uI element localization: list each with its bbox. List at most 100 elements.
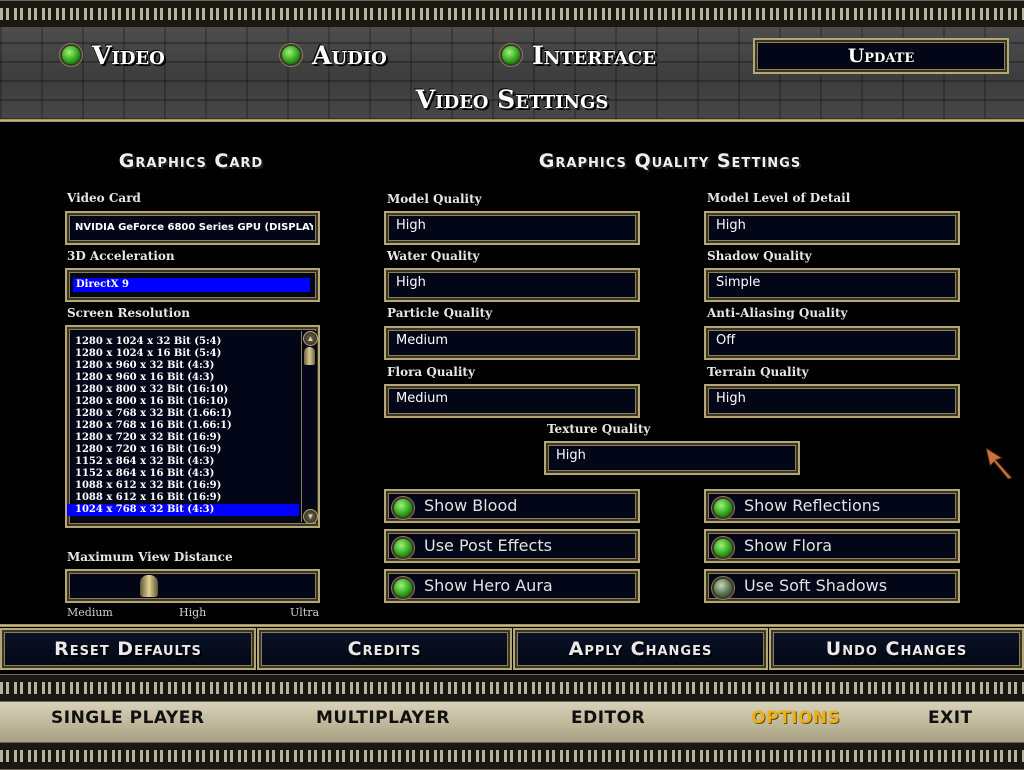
resolution-item[interactable]: 1088 x 612 x 16 Bit (16:9)	[67, 492, 299, 504]
spear-cursor-icon	[985, 446, 1013, 480]
undo-changes-button[interactable]: Undo Changes	[769, 628, 1024, 670]
shadow-quality-value: Simple	[716, 275, 761, 290]
resolution-scrollbar[interactable]: ▲ ▼	[301, 331, 318, 524]
model-quality-select[interactable]: High	[384, 211, 640, 245]
scroll-up-icon[interactable]: ▲	[303, 331, 318, 346]
credits-button[interactable]: Credits	[257, 628, 512, 670]
credits-label: Credits	[347, 638, 422, 660]
show-flora-toggle[interactable]: Show Flora	[704, 529, 960, 563]
menu-multiplayer[interactable]: MULTIPLAYER	[316, 708, 450, 728]
resolution-item[interactable]: 1024 x 768 x 32 Bit (4:3)	[67, 504, 299, 516]
resolution-item[interactable]: 1280 x 768 x 16 Bit (1.66:1)	[67, 420, 299, 432]
reset-defaults-button[interactable]: Reset Defaults	[0, 628, 256, 670]
show-reflections-toggle[interactable]: Show Reflections	[704, 489, 960, 523]
accel-select[interactable]: DirectX 9	[65, 268, 320, 302]
use-post-effects-toggle[interactable]: Use Post Effects	[384, 529, 640, 563]
particle-quality-select[interactable]: Medium	[384, 326, 640, 360]
lower-border-2	[0, 742, 1024, 770]
tab-audio-label: Audio	[312, 41, 387, 70]
resolution-label: Screen Resolution	[67, 306, 190, 320]
resolution-items: 1280 x 1024 x 32 Bit (5:4) 1280 x 1024 x …	[67, 336, 299, 516]
update-button-label: Update	[847, 45, 915, 67]
show-hero-aura-toggle[interactable]: Show Hero Aura	[384, 569, 640, 603]
model-lod-value: High	[716, 218, 746, 233]
resolution-item[interactable]: 1152 x 864 x 16 Bit (4:3)	[67, 468, 299, 480]
model-quality-value: High	[396, 218, 426, 233]
resolution-item[interactable]: 1280 x 768 x 32 Bit (1.66:1)	[67, 408, 299, 420]
menu-options[interactable]: OPTIONS	[751, 708, 840, 728]
model-quality-label: Model Quality	[387, 192, 482, 206]
header-divider	[0, 119, 1024, 122]
scroll-down-icon[interactable]: ▼	[303, 509, 318, 524]
accel-label: 3D Acceleration	[67, 249, 175, 263]
texture-quality-value: High	[556, 448, 586, 463]
resolution-item[interactable]: 1280 x 800 x 32 Bit (16:10)	[67, 384, 299, 396]
antialiasing-quality-value: Off	[716, 333, 736, 348]
use-post-effects-indicator-icon	[392, 537, 414, 559]
scroll-thumb-helmet-icon[interactable]	[304, 347, 315, 365]
use-post-effects-label: Use Post Effects	[424, 536, 552, 555]
show-flora-indicator-icon	[712, 537, 734, 559]
interface-tab-indicator-icon	[500, 44, 522, 66]
show-reflections-label: Show Reflections	[744, 496, 881, 515]
resolution-item[interactable]: 1280 x 960 x 16 Bit (4:3)	[67, 372, 299, 384]
flora-quality-label: Flora Quality	[387, 365, 475, 379]
water-quality-select[interactable]: High	[384, 268, 640, 302]
antialiasing-quality-select[interactable]: Off	[704, 326, 960, 360]
show-flora-label: Show Flora	[744, 536, 833, 555]
show-reflections-indicator-icon	[712, 497, 734, 519]
tab-video-label: Video	[92, 41, 165, 70]
show-blood-indicator-icon	[392, 497, 414, 519]
lower-border-1	[0, 674, 1024, 702]
shadow-quality-label: Shadow Quality	[707, 249, 812, 263]
antialiasing-quality-label: Anti-Aliasing Quality	[707, 306, 848, 320]
terrain-quality-label: Terrain Quality	[707, 365, 809, 379]
use-soft-shadows-label: Use Soft Shadows	[744, 576, 888, 595]
video-tab-indicator-icon	[60, 44, 82, 66]
update-button[interactable]: Update	[753, 38, 1009, 74]
show-blood-toggle[interactable]: Show Blood	[384, 489, 640, 523]
resolution-item[interactable]: 1280 x 800 x 16 Bit (16:10)	[67, 396, 299, 408]
quality-title: Graphics Quality Settings	[538, 150, 802, 172]
top-border	[0, 0, 1024, 28]
video-card-value: NVIDIA GeForce 6800 Series GPU (DISPLAY1…	[75, 222, 313, 233]
model-lod-label: Model Level of Detail	[707, 191, 851, 205]
model-lod-select[interactable]: High	[704, 211, 960, 245]
resolution-item[interactable]: 1280 x 720 x 32 Bit (16:9)	[67, 432, 299, 444]
apply-changes-button[interactable]: Apply Changes	[513, 628, 768, 670]
view-distance-tick-medium: Medium	[67, 606, 113, 619]
resolution-item[interactable]: 1280 x 960 x 32 Bit (4:3)	[67, 360, 299, 372]
resolution-item[interactable]: 1280 x 720 x 16 Bit (16:9)	[67, 444, 299, 456]
texture-quality-select[interactable]: High	[544, 441, 800, 475]
view-distance-slider[interactable]	[65, 569, 320, 603]
menu-editor[interactable]: EDITOR	[571, 708, 645, 728]
undo-changes-label: Undo Changes	[825, 638, 968, 660]
tab-audio[interactable]: Audio	[280, 40, 440, 72]
accel-value: DirectX 9	[76, 279, 130, 290]
resolution-list[interactable]: 1280 x 1024 x 32 Bit (5:4) 1280 x 1024 x …	[65, 325, 320, 528]
flora-quality-select[interactable]: Medium	[384, 384, 640, 418]
use-soft-shadows-toggle[interactable]: Use Soft Shadows	[704, 569, 960, 603]
audio-tab-indicator-icon	[280, 44, 302, 66]
view-distance-helmet-icon[interactable]	[140, 575, 159, 597]
resolution-item[interactable]: 1280 x 1024 x 32 Bit (5:4)	[67, 336, 299, 348]
video-card-select[interactable]: NVIDIA GeForce 6800 Series GPU (DISPLAY1…	[65, 211, 320, 245]
resolution-item[interactable]: 1152 x 864 x 32 Bit (4:3)	[67, 456, 299, 468]
flora-quality-value: Medium	[396, 391, 448, 406]
menu-exit[interactable]: EXIT	[928, 708, 973, 728]
graphics-card-title: Graphics Card	[118, 150, 264, 172]
menu-single-player[interactable]: SINGLE PLAYER	[51, 708, 204, 728]
use-soft-shadows-indicator-icon	[712, 577, 734, 599]
shadow-quality-select[interactable]: Simple	[704, 268, 960, 302]
terrain-quality-value: High	[716, 391, 746, 406]
water-quality-value: High	[396, 275, 426, 290]
tab-video[interactable]: Video	[60, 40, 220, 72]
resolution-item[interactable]: 1088 x 612 x 32 Bit (16:9)	[67, 480, 299, 492]
tab-interface[interactable]: Interface	[500, 40, 700, 72]
terrain-quality-select[interactable]: High	[704, 384, 960, 418]
action-bar-top-line	[0, 624, 1024, 627]
resolution-item[interactable]: 1280 x 1024 x 16 Bit (5:4)	[67, 348, 299, 360]
video-card-label: Video Card	[67, 191, 141, 205]
page-title: Video Settings	[415, 85, 609, 114]
texture-quality-label: Texture Quality	[547, 422, 651, 436]
